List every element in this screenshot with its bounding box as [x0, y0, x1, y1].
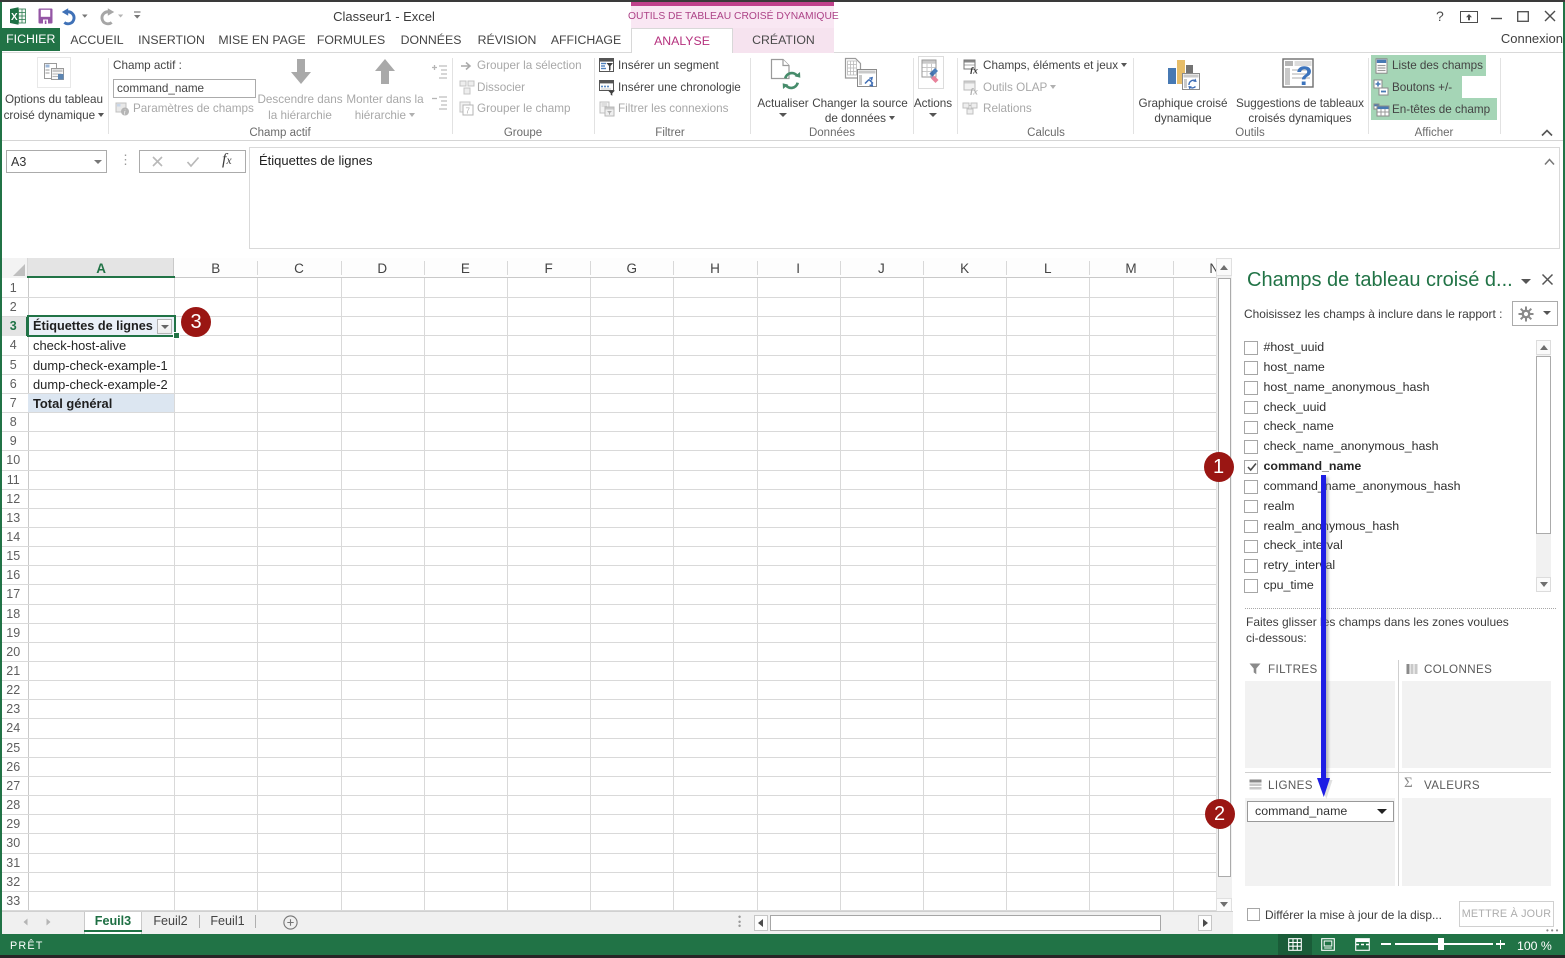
svg-text:fx: fx: [970, 88, 978, 96]
svg-text:fx: fx: [970, 67, 978, 75]
svg-text:X: X: [11, 12, 18, 23]
svg-text:?: ?: [1296, 61, 1313, 91]
svg-text:7: 7: [466, 107, 471, 116]
svg-text:i: i: [124, 108, 126, 116]
